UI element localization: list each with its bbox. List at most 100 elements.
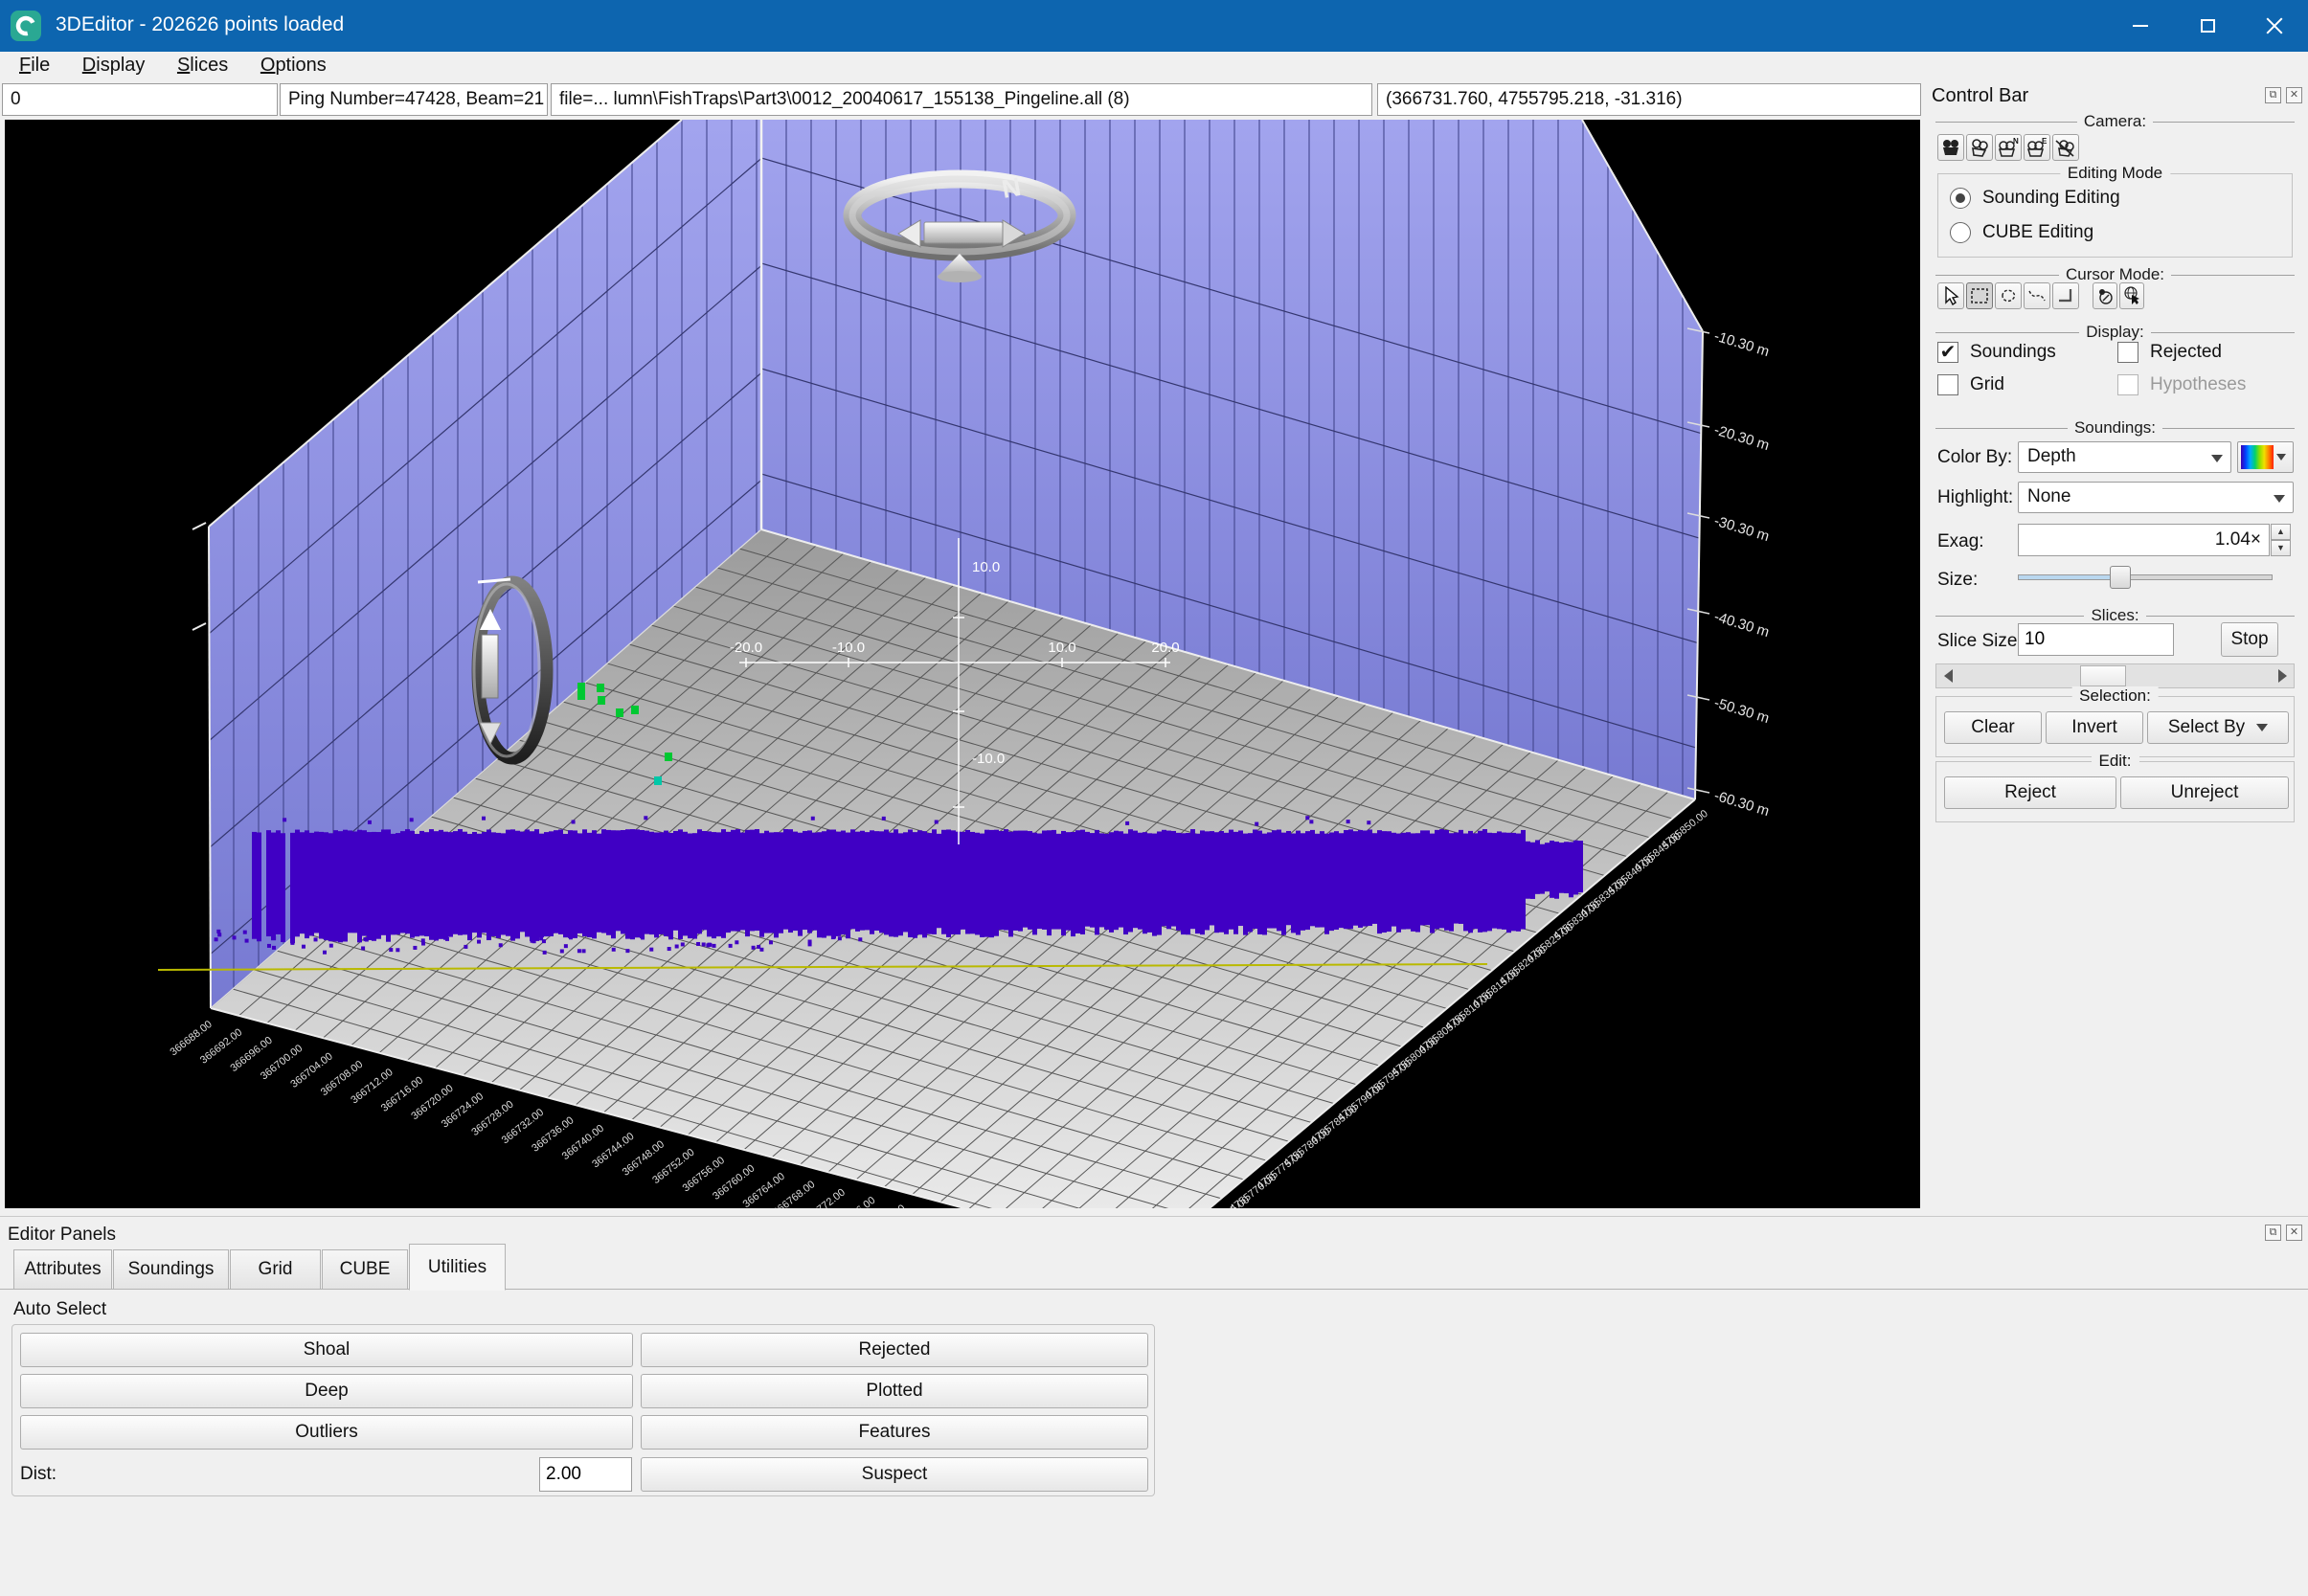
status-file-field: file=... lumn\FishTraps\Part3\0012_20040… <box>551 83 1372 116</box>
scrollbar-thumb[interactable] <box>2080 665 2126 686</box>
camera-orbit-icon <box>1969 138 1990 157</box>
svg-text:-10.0: -10.0 <box>972 751 1005 767</box>
svg-text:-20.30 m: -20.30 m <box>1712 422 1772 455</box>
slice-size-label: Slice Size: <box>1937 631 2023 652</box>
cursor-corner-select-button[interactable] <box>2052 282 2079 309</box>
menu-file[interactable]: File <box>6 52 63 79</box>
tab-attributes[interactable]: Attributes <box>13 1249 112 1290</box>
float-panel-icon[interactable]: ⧉ <box>2265 87 2281 103</box>
status-count-field: 0 <box>2 83 278 116</box>
stop-button[interactable]: Stop <box>2221 622 2278 657</box>
chevron-down-icon <box>2276 454 2286 461</box>
spin-down-icon[interactable]: ▼ <box>2271 540 2291 556</box>
cursor-globe-pick-button[interactable] <box>2119 282 2144 309</box>
menu-display[interactable]: Display <box>69 52 159 79</box>
invert-button[interactable]: Invert <box>2046 711 2143 744</box>
scroll-right-icon[interactable] <box>2271 664 2294 687</box>
cursor-rectangle-select-button[interactable] <box>1966 282 1993 309</box>
minimize-button[interactable] <box>2107 0 2174 52</box>
close-panel-icon[interactable]: ✕ <box>2286 1225 2302 1241</box>
highlight-label: Highlight: <box>1937 487 2013 508</box>
outliers-button[interactable]: Outliers <box>20 1415 633 1450</box>
camera-solid-button[interactable] <box>1937 134 1964 161</box>
dashed-rectangle-icon <box>1970 287 1989 304</box>
rejected-button[interactable]: Rejected <box>641 1333 1148 1367</box>
exag-field[interactable]: 1.04× <box>2018 524 2270 556</box>
tab-utilities[interactable]: Utilities <box>409 1244 506 1291</box>
size-label: Size: <box>1937 570 1978 591</box>
editor-panels-title: Editor Panels <box>8 1225 116 1246</box>
menu-slices[interactable]: Slices <box>164 52 241 79</box>
dist-input[interactable] <box>539 1457 632 1492</box>
close-button[interactable] <box>2241 0 2308 52</box>
checkbox-grid[interactable]: Grid <box>1937 374 2004 395</box>
checkbox-checked-icon: ✔ <box>1937 342 1958 363</box>
colormap-button[interactable] <box>2237 441 2294 473</box>
camera-east-icon: E <box>2025 137 2048 158</box>
cursor-pick-button[interactable] <box>1937 282 1964 309</box>
slice-scrollbar[interactable] <box>1935 663 2295 688</box>
svg-text:10.0: 10.0 <box>1048 640 1075 656</box>
camera-section-label: Camera: <box>1935 112 2295 131</box>
slider-thumb[interactable] <box>2110 566 2131 589</box>
camera-north-button[interactable]: N <box>1995 134 2022 161</box>
unreject-button[interactable]: Unreject <box>2120 776 2289 809</box>
reject-button[interactable]: Reject <box>1944 776 2116 809</box>
cursor-lasso-select-button[interactable] <box>1995 282 2022 309</box>
float-panel-icon[interactable]: ⧉ <box>2265 1225 2281 1241</box>
edit-group: Edit: Reject Unreject <box>1935 761 2295 822</box>
svg-text:N: N <box>2013 137 2019 146</box>
camera-east-button[interactable]: E <box>2024 134 2050 161</box>
svg-text:-60.30 m: -60.30 m <box>1712 788 1772 820</box>
heading-slider[interactable] <box>924 222 1003 243</box>
auto-select-label: Auto Select <box>13 1299 106 1320</box>
clear-button[interactable]: Clear <box>1944 711 2042 744</box>
close-panel-icon[interactable]: ✕ <box>2286 87 2302 103</box>
size-slider[interactable] <box>2018 566 2273 589</box>
selection-group: Selection: Clear Invert Select By <box>1935 696 2295 757</box>
display-section-label: Display: <box>1935 323 2295 342</box>
highlight-combobox[interactable]: None <box>2018 482 2294 513</box>
checkbox-soundings[interactable]: ✔Soundings <box>1937 342 2056 363</box>
auto-select-group: Shoal Rejected Deep Plotted Outliers Fea… <box>11 1324 1155 1496</box>
cursor-point-info-button[interactable] <box>2093 282 2117 309</box>
app-icon <box>10 10 42 42</box>
tab-grid[interactable]: Grid <box>230 1249 321 1290</box>
menu-bar: File Display Slices Options <box>0 52 2308 82</box>
suspect-button[interactable]: Suspect <box>641 1457 1148 1492</box>
radio-cube-editing[interactable]: CUBE Editing <box>1950 222 2093 243</box>
menu-options[interactable]: Options <box>247 52 340 79</box>
color-by-combobox[interactable]: Depth <box>2018 441 2231 473</box>
tab-cube[interactable]: CUBE <box>322 1249 408 1290</box>
tab-soundings[interactable]: Soundings <box>113 1249 229 1290</box>
deep-button[interactable]: Deep <box>20 1374 633 1408</box>
radio-sounding-editing[interactable]: Sounding Editing <box>1950 188 2120 209</box>
control-bar-title: Control Bar <box>1932 85 2028 107</box>
spin-up-icon[interactable]: ▲ <box>2271 524 2291 540</box>
exag-label: Exag: <box>1937 531 1984 552</box>
plotted-button[interactable]: Plotted <box>641 1374 1148 1408</box>
camera-reset-button[interactable] <box>2052 134 2079 161</box>
scroll-left-icon[interactable] <box>1936 664 1959 687</box>
checkbox-hypotheses: Hypotheses <box>2117 374 2246 395</box>
close-icon <box>2266 17 2283 34</box>
checkbox-unchecked-icon <box>1937 374 1958 395</box>
status-coordinates-field: (366731.760, 4755795.218, -31.316) <box>1377 83 1921 116</box>
window-title: 3DEditor - 202626 points loaded <box>56 13 344 36</box>
pitch-slider[interactable] <box>482 635 498 698</box>
select-by-button[interactable]: Select By <box>2147 711 2289 744</box>
cursor-line-select-button[interactable] <box>2024 282 2050 309</box>
exag-spinner[interactable]: ▲▼ <box>2271 524 2291 556</box>
camera-orbit-button[interactable] <box>1966 134 1993 161</box>
slice-size-input[interactable] <box>2018 623 2174 656</box>
title-bar: 3DEditor - 202626 points loaded <box>0 0 2308 52</box>
color-by-label: Color By: <box>1937 447 2012 468</box>
checkbox-rejected[interactable]: Rejected <box>2117 342 2222 363</box>
maximize-button[interactable] <box>2174 0 2241 52</box>
lasso-icon <box>1999 287 2018 304</box>
camera-north-icon: N <box>1997 137 2020 158</box>
chevron-down-icon <box>2274 495 2285 503</box>
shoal-button[interactable]: Shoal <box>20 1333 633 1367</box>
3d-viewport[interactable]: -20.0-10.010.020.010.0-10.0-10.30 m-20.3… <box>5 120 1920 1208</box>
features-button[interactable]: Features <box>641 1415 1148 1450</box>
